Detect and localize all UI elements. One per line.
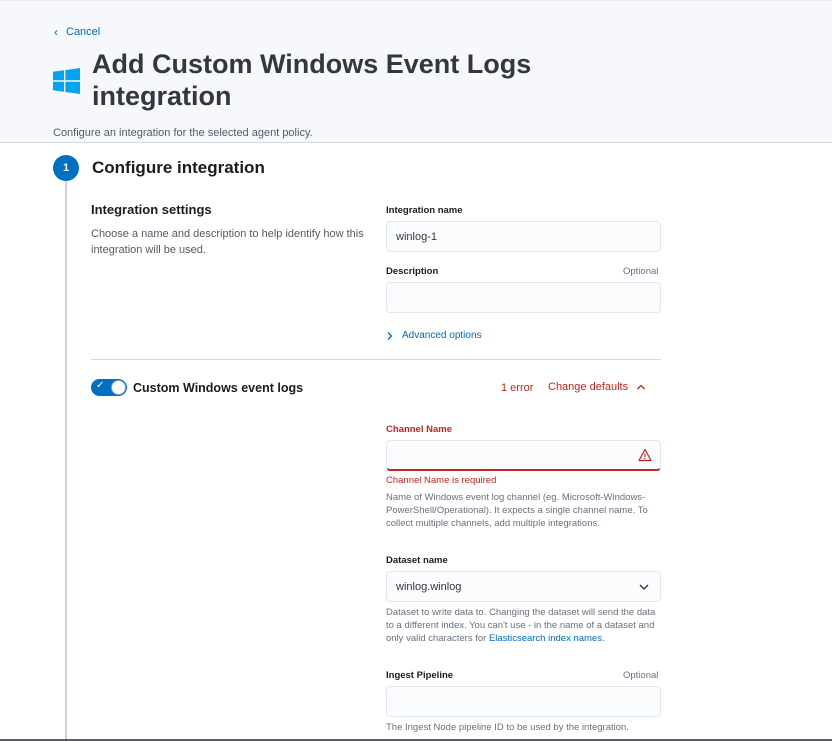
- stream-enable-switch[interactable]: ✓: [91, 379, 127, 396]
- integration-name-label: Integration name: [386, 205, 463, 216]
- ingest-pipeline-help: The Ingest Node pipeline ID to be used b…: [386, 722, 629, 733]
- step-title: Configure integration: [92, 158, 265, 177]
- integration-settings-title: Integration settings: [91, 202, 212, 217]
- step-connector: [65, 181, 67, 741]
- windows-logo-icon: [53, 68, 80, 94]
- chevron-left-icon: ‹: [54, 25, 58, 39]
- ingest-pipeline-optional-hint: Optional: [623, 670, 659, 681]
- ingest-pipeline-input[interactable]: [386, 686, 661, 717]
- dataset-name-label: Dataset name: [386, 555, 448, 566]
- channel-name-error: Channel Name is required: [386, 475, 497, 486]
- section-divider: [91, 359, 661, 360]
- description-input[interactable]: [386, 282, 661, 313]
- switch-knob: [111, 380, 126, 395]
- page-header: ‹ Cancel Add Custom Windows Event Logs i…: [0, 0, 832, 143]
- page-title: Add Custom Windows Event Logs integratio…: [92, 49, 532, 111]
- chevron-down-icon: [639, 584, 649, 590]
- dataset-name-value: winlog.winlog: [396, 580, 462, 593]
- stream-title: Custom Windows event logs: [133, 381, 304, 395]
- top-divider: [0, 0, 832, 1]
- description-label: Description: [386, 266, 439, 277]
- integration-name-input[interactable]: winlog-1: [386, 221, 661, 252]
- channel-name-help: Name of Windows event log channel (eg. M…: [386, 492, 648, 529]
- chevron-right-icon: [387, 331, 393, 340]
- change-defaults-button[interactable]: Change defaults: [548, 381, 646, 393]
- channel-name-input[interactable]: [386, 440, 661, 471]
- advanced-options-toggle[interactable]: Advanced options: [386, 330, 482, 341]
- dataset-help-suffix: .: [601, 633, 605, 644]
- cancel-link[interactable]: ‹ Cancel: [54, 26, 100, 38]
- page-subtitle: Configure an integration for the selecte…: [53, 127, 313, 139]
- ingest-pipeline-label: Ingest Pipeline: [386, 670, 454, 681]
- change-defaults-label: Change defaults: [548, 381, 629, 393]
- chevron-up-icon: [637, 384, 646, 390]
- integration-settings-description: Choose a name and description to help id…: [91, 228, 364, 256]
- step-number-badge: 1: [53, 155, 79, 181]
- dataset-name-help: Dataset to write data to. Changing the d…: [386, 606, 662, 645]
- description-optional-hint: Optional: [623, 266, 659, 277]
- advanced-options-label: Advanced options: [402, 330, 482, 341]
- error-count-badge: 1 error: [501, 382, 534, 394]
- warning-icon: [638, 448, 652, 462]
- elasticsearch-index-names-link[interactable]: Elasticsearch index names: [489, 633, 602, 644]
- channel-name-label: Channel Name: [386, 424, 452, 435]
- cancel-label: Cancel: [66, 26, 101, 38]
- check-icon: ✓: [96, 380, 105, 391]
- dataset-name-select[interactable]: winlog.winlog: [386, 571, 661, 602]
- integration-name-value: winlog-1: [396, 230, 437, 243]
